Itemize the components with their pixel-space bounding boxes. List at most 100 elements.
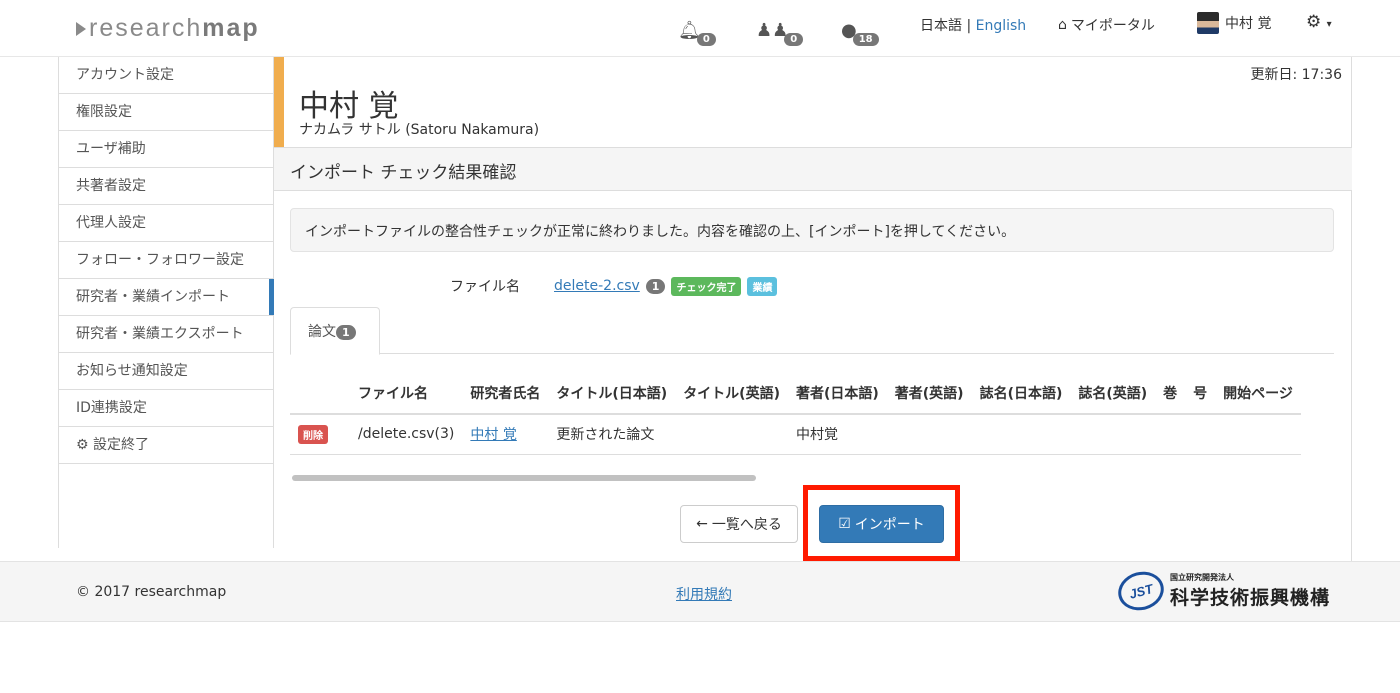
logo-triangle-icon	[76, 21, 86, 36]
arrow-left-icon: ←	[696, 516, 708, 532]
lang-en[interactable]: English	[976, 18, 1027, 34]
tab-count-badge: 1	[336, 325, 356, 340]
file-link[interactable]: delete-2.csv	[554, 278, 640, 294]
sidebar-item-proxy[interactable]: 代理人設定	[59, 205, 273, 242]
main-panel: 更新日: 17:36 中村 覚 ナカムラ サトル (Satoru Nakamur…	[274, 57, 1352, 561]
user-menu[interactable]: 中村 覚	[1197, 12, 1271, 34]
researchmap-logo[interactable]: research map	[76, 14, 260, 43]
avatar	[1197, 12, 1219, 34]
column-header: ファイル名	[350, 374, 463, 415]
sidebar-item-label: ユーザ補助	[76, 141, 146, 157]
scrollbar-thumb[interactable]	[292, 475, 756, 481]
delete-label: 削除	[298, 424, 328, 444]
sidebar-item-id-link[interactable]: ID連携設定	[59, 390, 273, 427]
column-header: 著者(英語)	[886, 374, 972, 415]
logo-suffix: map	[202, 14, 260, 42]
horizontal-scrollbar[interactable]	[290, 474, 1334, 482]
terms-link[interactable]: 利用規約	[676, 584, 732, 604]
column-header: 巻	[1155, 374, 1186, 415]
sidebar-item-label: 権限設定	[76, 104, 132, 120]
jst-org-small: 国立研究開発法人	[1170, 573, 1234, 582]
back-to-list-button[interactable]: ← 一覧へ戻る	[680, 505, 798, 543]
my-portal-link[interactable]: ⌂ マイポータル	[1058, 15, 1155, 35]
sidebar-item-user-assist[interactable]: ユーザ補助	[59, 131, 273, 168]
profile-header: 更新日: 17:36 中村 覚 ナカムラ サトル (Satoru Nakamur…	[274, 57, 1352, 147]
followers-button[interactable]: ♟♟ 0	[756, 14, 804, 46]
sidebar-item-label: 研究者・業績エクスポート	[76, 326, 244, 342]
sidebar-item-permissions[interactable]: 権限設定	[59, 94, 273, 131]
sidebar-item-label: ID連携設定	[76, 400, 147, 416]
journal-en-cell	[1070, 414, 1156, 455]
sidebar-item-label: フォロー・フォロワー設定	[76, 252, 244, 268]
journal-ja-cell	[971, 414, 1071, 455]
language-switcher: 日本語 | English	[920, 15, 1026, 35]
action-column-header	[290, 374, 350, 415]
user-name: 中村 覚	[1225, 16, 1272, 32]
file-count-badge: 1	[645, 278, 666, 294]
column-header: 誌名(英語)	[1070, 374, 1156, 415]
check-result-alert: インポートファイルの整合性チェックが正常に終わりました。内容を確認の上、[インポ…	[290, 208, 1334, 252]
lang-separator: |	[962, 18, 976, 34]
sidebar-item-exit-settings[interactable]: ⚙ 設定終了	[59, 427, 273, 464]
sidebar-item-label: お知らせ通知設定	[76, 363, 188, 379]
file-label: ファイル名	[450, 279, 520, 295]
import-button[interactable]: ☑ インポート	[819, 505, 944, 543]
notifications-count: 0	[696, 33, 716, 46]
number-cell	[1185, 414, 1216, 455]
sidebar-item-label: 共著者設定	[76, 178, 146, 194]
achievement-type-label: 業績	[747, 276, 778, 296]
settings-dropdown[interactable]: ⚙ ▾	[1306, 12, 1332, 32]
page-footer: © 2017 researchmap 利用規約 JST 国立研究開発法人 科学技…	[0, 561, 1400, 622]
check-complete-label: チェック完了	[671, 276, 742, 296]
file-info-row: ファイル名 delete-2.csv 1 チェック完了 業績	[450, 276, 778, 296]
my-portal-label: マイポータル	[1070, 18, 1155, 34]
table-header-row: ファイル名 研究者氏名 タイトル(日本語) タイトル(英語) 著者(日本語) 著…	[290, 374, 1301, 415]
sidebar-item-import[interactable]: 研究者・業績インポート	[59, 279, 274, 316]
sidebar-item-label: 代理人設定	[76, 215, 146, 231]
home-icon: ⌂	[1058, 17, 1067, 33]
sidebar-item-coauthors[interactable]: 共著者設定	[59, 168, 273, 205]
researcher-cell: 中村 覚	[462, 414, 549, 455]
column-header: 誌名(日本語)	[971, 374, 1071, 415]
jst-org-big: 科学技術振興機構	[1170, 587, 1331, 609]
cog-icon: ⚙	[76, 437, 89, 453]
researcher-link[interactable]: 中村 覚	[470, 427, 516, 443]
caret-down-icon: ▾	[1326, 19, 1332, 30]
check-square-icon: ☑	[838, 516, 851, 532]
jst-logo[interactable]: JST 国立研究開発法人 科学技術振興機構	[1113, 566, 1330, 616]
sidebar-item-follow[interactable]: フォロー・フォロワー設定	[59, 242, 273, 279]
column-header: 著者(日本語)	[787, 374, 887, 415]
table-row: 削除 /delete.csv(3) 中村 覚 更新された論文 中村覚	[290, 414, 1301, 455]
tab-label: 論文	[308, 324, 336, 340]
results-table-container[interactable]: ファイル名 研究者氏名 タイトル(日本語) タイトル(英語) 著者(日本語) 著…	[290, 374, 1334, 484]
section-title: インポート チェック結果確認	[274, 147, 1352, 191]
back-button-label: 一覧へ戻る	[711, 517, 782, 533]
gear-icon: ⚙	[1306, 12, 1322, 32]
jst-mark-icon: JST	[1113, 566, 1169, 616]
jst-org-name: 国立研究開発法人 科学技術振興機構	[1170, 572, 1330, 610]
settings-sidebar: アカウント設定 権限設定 ユーザ補助 共著者設定 代理人設定 フォロー・フォロワ…	[58, 57, 274, 548]
copyright: © 2017 researchmap	[76, 584, 226, 600]
column-header: 号	[1185, 374, 1216, 415]
sidebar-item-account[interactable]: アカウント設定	[59, 57, 273, 94]
result-tabs: 論文 1	[290, 307, 1334, 355]
logo-prefix: research	[89, 14, 203, 42]
sidebar-item-label: アカウント設定	[76, 67, 174, 83]
copyright-text: 2017 researchmap	[94, 584, 227, 600]
lang-ja[interactable]: 日本語	[920, 18, 962, 34]
title-en-cell	[675, 414, 788, 455]
sidebar-item-label: 研究者・業績インポート	[76, 289, 230, 305]
notifications-button[interactable]: 🔔︎ 0	[678, 14, 716, 46]
results-table: ファイル名 研究者氏名 タイトル(日本語) タイトル(英語) 著者(日本語) 著…	[290, 374, 1301, 455]
column-header: 研究者氏名	[462, 374, 549, 415]
tab-papers[interactable]: 論文 1	[290, 307, 380, 355]
column-header: タイトル(日本語)	[548, 374, 676, 415]
sidebar-item-notifications[interactable]: お知らせ通知設定	[59, 353, 273, 390]
title-ja-cell: 更新された論文	[548, 414, 676, 455]
import-button-label: インポート	[854, 517, 925, 533]
global-button[interactable]: ● 18	[841, 14, 879, 46]
profile-kana: ナカムラ サトル (Satoru Nakamura)	[299, 122, 540, 138]
file-cell: /delete.csv(3)	[350, 414, 463, 455]
column-header: 開始ページ	[1215, 374, 1301, 415]
sidebar-item-export[interactable]: 研究者・業績エクスポート	[59, 316, 273, 353]
